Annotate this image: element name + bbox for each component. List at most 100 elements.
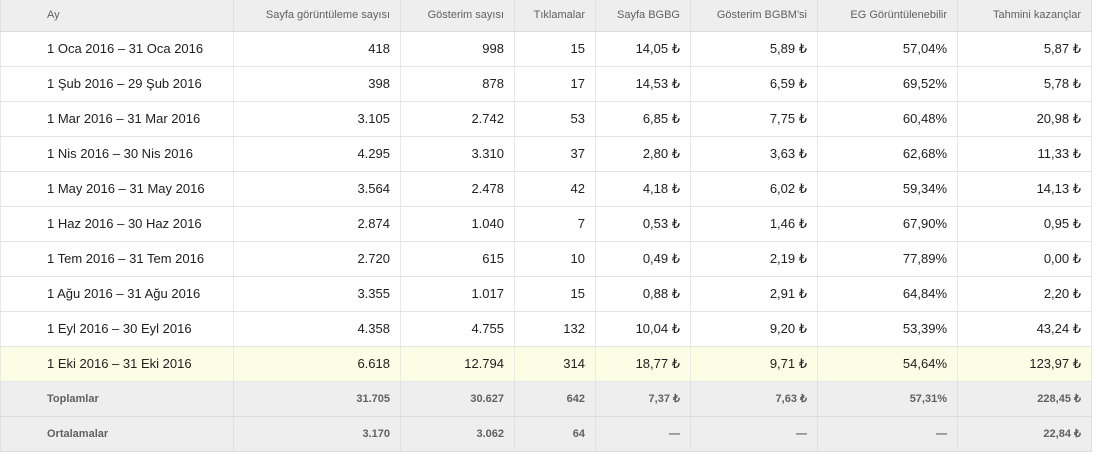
cell-month: 1 Eki 2016 – 31 Eki 2016 (0, 346, 234, 382)
table-header: Ay Sayfa görüntüleme sayısı Gösterim say… (0, 0, 1092, 32)
cell-estimated-earnings: 20,98 ₺ (957, 101, 1092, 137)
table-row: 1 Oca 2016 – 31 Oca 2016 418 998 15 14,0… (0, 31, 1092, 67)
table-row: 1 Mar 2016 – 31 Mar 2016 3.105 2.742 53 … (0, 101, 1092, 137)
table-row-highlighted: 1 Eki 2016 – 31 Eki 2016 6.618 12.794 31… (0, 346, 1092, 382)
column-header-estimated-earnings[interactable]: Tahmini kazançlar (957, 0, 1092, 32)
averages-row: Ortalamalar 3.170 3.062 64 — — — 22,84 ₺ (0, 416, 1092, 452)
cell-month: 1 Mar 2016 – 31 Mar 2016 (0, 101, 234, 137)
cell-active-view-viewable: 57,04% (817, 31, 958, 67)
cell-page-rpm: 14,53 ₺ (595, 66, 691, 102)
table-row: 1 Haz 2016 – 30 Haz 2016 2.874 1.040 7 0… (0, 206, 1092, 242)
cell-page-views: 418 (233, 31, 401, 67)
cell-month: 1 Oca 2016 – 31 Oca 2016 (0, 31, 234, 67)
average-page-views: 3.170 (233, 416, 401, 452)
cell-page-views: 3.564 (233, 171, 401, 207)
cell-page-views: 2.874 (233, 206, 401, 242)
table-row: 1 Ağu 2016 – 31 Ağu 2016 3.355 1.017 15 … (0, 276, 1092, 312)
column-header-active-view-viewable[interactable]: EG Görüntülenebilir (817, 0, 958, 32)
cell-month: 1 Haz 2016 – 30 Haz 2016 (0, 206, 234, 242)
cell-impressions: 2.742 (400, 101, 515, 137)
cell-page-rpm: 0,53 ₺ (595, 206, 691, 242)
total-estimated-earnings: 228,45 ₺ (957, 381, 1092, 417)
average-impression-rpm: — (690, 416, 818, 452)
cell-page-rpm: 2,80 ₺ (595, 136, 691, 172)
total-active-view-viewable: 57,31% (817, 381, 958, 417)
cell-page-views: 4.358 (233, 311, 401, 347)
totals-row: Toplamlar 31.705 30.627 642 7,37 ₺ 7,63 … (0, 381, 1092, 417)
cell-clicks: 53 (514, 101, 596, 137)
cell-impressions: 998 (400, 31, 515, 67)
cell-page-rpm: 18,77 ₺ (595, 346, 691, 382)
earnings-report-table: Ay Sayfa görüntüleme sayısı Gösterim say… (0, 0, 1092, 452)
cell-month: 1 Ağu 2016 – 31 Ağu 2016 (0, 276, 234, 312)
cell-impression-rpm: 6,59 ₺ (690, 66, 818, 102)
cell-impressions: 878 (400, 66, 515, 102)
average-page-rpm: — (595, 416, 691, 452)
cell-page-rpm: 4,18 ₺ (595, 171, 691, 207)
cell-page-rpm: 0,49 ₺ (595, 241, 691, 277)
total-clicks: 642 (514, 381, 596, 417)
table-footer: Toplamlar 31.705 30.627 642 7,37 ₺ 7,63 … (0, 381, 1092, 452)
column-header-impression-rpm[interactable]: Gösterim BGBM'si (690, 0, 818, 32)
cell-impressions: 1.017 (400, 276, 515, 312)
average-estimated-earnings: 22,84 ₺ (957, 416, 1092, 452)
cell-impressions: 12.794 (400, 346, 515, 382)
table-row: 1 May 2016 – 31 May 2016 3.564 2.478 42 … (0, 171, 1092, 207)
cell-page-rpm: 10,04 ₺ (595, 311, 691, 347)
cell-clicks: 132 (514, 311, 596, 347)
average-active-view-viewable: — (817, 416, 958, 452)
cell-impression-rpm: 9,20 ₺ (690, 311, 818, 347)
cell-month: 1 May 2016 – 31 May 2016 (0, 171, 234, 207)
cell-active-view-viewable: 53,39% (817, 311, 958, 347)
total-impressions: 30.627 (400, 381, 515, 417)
cell-estimated-earnings: 5,87 ₺ (957, 31, 1092, 67)
cell-month: 1 Şub 2016 – 29 Şub 2016 (0, 66, 234, 102)
cell-page-views: 2.720 (233, 241, 401, 277)
header-row: Ay Sayfa görüntüleme sayısı Gösterim say… (0, 0, 1092, 32)
column-header-page-rpm[interactable]: Sayfa BGBG (595, 0, 691, 32)
cell-active-view-viewable: 54,64% (817, 346, 958, 382)
cell-clicks: 10 (514, 241, 596, 277)
cell-impressions: 3.310 (400, 136, 515, 172)
cell-impressions: 1.040 (400, 206, 515, 242)
cell-page-views: 398 (233, 66, 401, 102)
total-impression-rpm: 7,63 ₺ (690, 381, 818, 417)
table-row: 1 Eyl 2016 – 30 Eyl 2016 4.358 4.755 132… (0, 311, 1092, 347)
cell-active-view-viewable: 77,89% (817, 241, 958, 277)
column-header-clicks[interactable]: Tıklamalar (514, 0, 596, 32)
cell-impressions: 615 (400, 241, 515, 277)
cell-impression-rpm: 7,75 ₺ (690, 101, 818, 137)
cell-month: 1 Tem 2016 – 31 Tem 2016 (0, 241, 234, 277)
column-header-impressions[interactable]: Gösterim sayısı (400, 0, 515, 32)
average-clicks: 64 (514, 416, 596, 452)
cell-active-view-viewable: 62,68% (817, 136, 958, 172)
total-page-rpm: 7,37 ₺ (595, 381, 691, 417)
cell-clicks: 7 (514, 206, 596, 242)
cell-clicks: 314 (514, 346, 596, 382)
cell-page-views: 4.295 (233, 136, 401, 172)
cell-page-views: 6.618 (233, 346, 401, 382)
cell-active-view-viewable: 60,48% (817, 101, 958, 137)
cell-impression-rpm: 5,89 ₺ (690, 31, 818, 67)
cell-clicks: 42 (514, 171, 596, 207)
cell-active-view-viewable: 59,34% (817, 171, 958, 207)
cell-page-views: 3.105 (233, 101, 401, 137)
cell-impression-rpm: 1,46 ₺ (690, 206, 818, 242)
cell-clicks: 17 (514, 66, 596, 102)
cell-impression-rpm: 3,63 ₺ (690, 136, 818, 172)
table-row: 1 Tem 2016 – 31 Tem 2016 2.720 615 10 0,… (0, 241, 1092, 277)
table-body: 1 Oca 2016 – 31 Oca 2016 418 998 15 14,0… (0, 31, 1092, 382)
averages-label: Ortalamalar (0, 416, 234, 452)
column-header-page-views[interactable]: Sayfa görüntüleme sayısı (233, 0, 401, 32)
cell-estimated-earnings: 2,20 ₺ (957, 276, 1092, 312)
cell-page-views: 3.355 (233, 276, 401, 312)
total-page-views: 31.705 (233, 381, 401, 417)
cell-page-rpm: 0,88 ₺ (595, 276, 691, 312)
cell-impression-rpm: 6,02 ₺ (690, 171, 818, 207)
cell-impressions: 2.478 (400, 171, 515, 207)
cell-estimated-earnings: 0,00 ₺ (957, 241, 1092, 277)
column-header-month[interactable]: Ay (0, 0, 234, 32)
cell-clicks: 15 (514, 276, 596, 312)
cell-estimated-earnings: 123,97 ₺ (957, 346, 1092, 382)
cell-clicks: 15 (514, 31, 596, 67)
